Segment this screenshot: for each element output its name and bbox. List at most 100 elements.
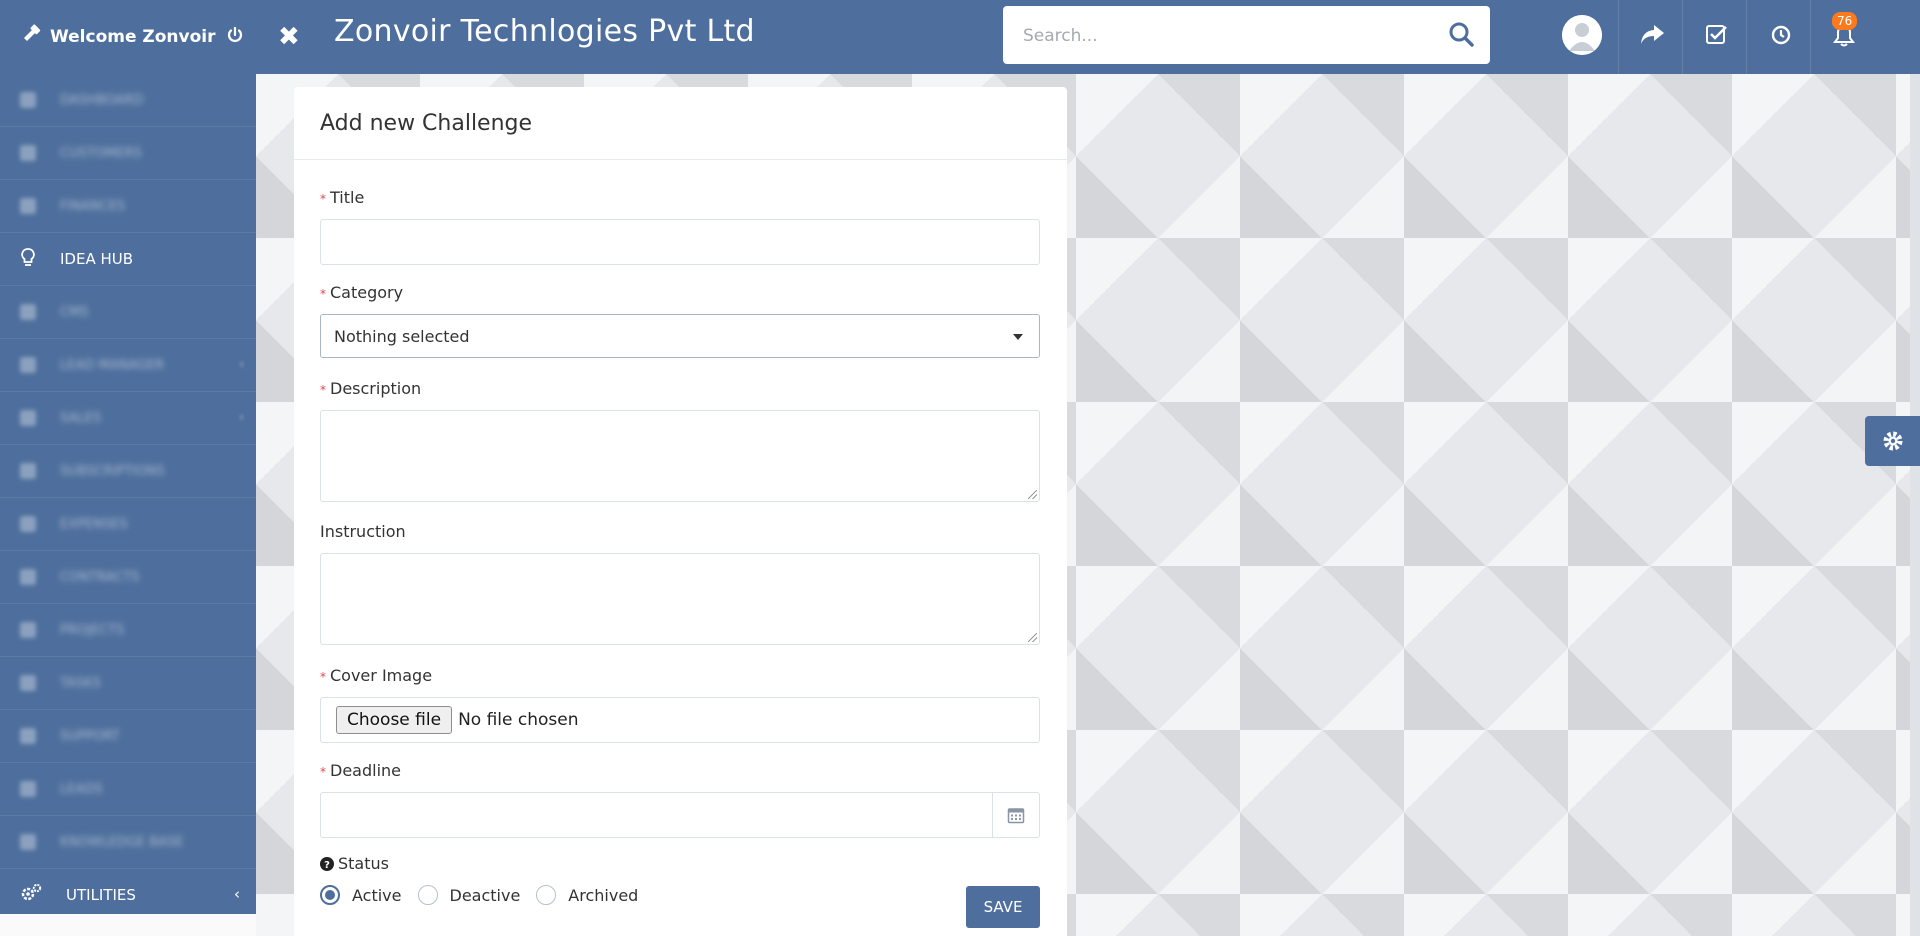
required-marker: *	[320, 191, 326, 206]
welcome-text: Welcome Zonvoir	[50, 27, 216, 47]
divider	[1810, 0, 1811, 74]
search-icon[interactable]	[1448, 21, 1474, 51]
cover-image-label: * Cover Image	[320, 665, 1040, 687]
sales-icon	[20, 410, 36, 426]
scrollbar[interactable]	[1910, 74, 1920, 936]
sidebar-item-label: Subscriptions	[60, 463, 165, 479]
description-label: * Description	[320, 378, 1040, 400]
hammer-icon	[20, 23, 42, 51]
sidebar-item-knowledge-base[interactable]: Knowledge Base	[0, 816, 256, 869]
chevron-icon: ‹	[239, 410, 244, 424]
lead-manager-icon	[20, 357, 36, 373]
caret-down-icon	[1013, 334, 1023, 340]
sidebar-item-subscriptions[interactable]: Subscriptions	[0, 445, 256, 498]
cover-image-group: * Cover Image Choose file No file chosen	[320, 665, 1040, 743]
sidebar-item-projects[interactable]: Projects	[0, 604, 256, 657]
deadline-input[interactable]	[320, 792, 1040, 838]
status-radio-group: Active Deactive Archived	[320, 885, 1040, 905]
leads-icon	[20, 781, 36, 797]
required-marker: *	[320, 669, 326, 684]
sidebar-item-label: Leads	[60, 781, 103, 797]
notification-badge: 76	[1832, 12, 1858, 30]
category-select-value: Nothing selected	[334, 327, 470, 346]
category-select[interactable]: Nothing selected	[320, 314, 1040, 358]
sidebar-item-expenses[interactable]: Expenses	[0, 498, 256, 551]
status-label-text: Status	[338, 854, 389, 873]
status-radio-archived[interactable]	[536, 885, 557, 905]
checklist-icon[interactable]	[1704, 22, 1734, 52]
required-marker: *	[320, 382, 326, 397]
sidebar-item-label: Tasks	[60, 675, 101, 691]
sidebar-item-label: Expenses	[60, 516, 128, 532]
cogs-icon	[20, 883, 42, 907]
file-status: No file chosen	[458, 710, 579, 730]
sidebar-footer	[0, 914, 256, 936]
svg-text:?: ?	[324, 860, 330, 871]
sidebar-item-lead-manager[interactable]: Lead Manager ‹	[0, 339, 256, 392]
dashboard-icon	[20, 92, 36, 108]
chevron-left-icon: ‹	[234, 885, 240, 903]
category-label-text: Category	[330, 283, 404, 302]
share-icon[interactable]	[1638, 22, 1668, 52]
chevron-icon: ‹	[239, 357, 244, 371]
sidebar-item-label: Finances	[60, 198, 126, 214]
sidebar-item-contracts[interactable]: Contracts	[0, 551, 256, 604]
description-group: * Description	[320, 378, 1040, 502]
deadline-label: * Deadline	[320, 760, 1040, 782]
sidebar-item-label: Support	[60, 728, 120, 744]
required-marker: *	[320, 764, 326, 779]
status-option-label[interactable]: Active	[352, 886, 402, 905]
status-radio-deactive[interactable]	[417, 885, 438, 905]
title-input[interactable]	[320, 219, 1040, 265]
projects-icon	[20, 622, 36, 638]
save-button[interactable]: SAVE	[966, 886, 1040, 928]
search-box	[1003, 6, 1490, 64]
close-sidebar-icon[interactable]: ✖	[278, 22, 300, 52]
sidebar-item-leads[interactable]: Leads	[0, 763, 256, 816]
sidebar-item-finances[interactable]: Finances	[0, 180, 256, 233]
instruction-label: Instruction	[320, 522, 406, 541]
power-icon[interactable]	[226, 26, 244, 49]
sidebar-item-label: CMS	[60, 304, 89, 320]
choose-file-button[interactable]: Choose file	[336, 706, 453, 734]
sidebar-item-sales[interactable]: Sales ‹	[0, 392, 256, 445]
sidebar-item-tasks[interactable]: Tasks	[0, 657, 256, 710]
settings-toggle[interactable]	[1865, 416, 1920, 466]
question-circle-icon[interactable]: ?	[320, 856, 334, 871]
status-radio-active[interactable]	[320, 885, 340, 905]
required-marker: *	[320, 286, 326, 301]
top-navbar: Welcome Zonvoir ✖ Zonvoir Technlogies Pv…	[0, 0, 1920, 74]
status-option-label[interactable]: Deactive	[450, 886, 521, 905]
clock-icon[interactable]	[1768, 22, 1798, 52]
avatar[interactable]	[1562, 15, 1602, 55]
support-icon	[20, 728, 36, 744]
sidebar-item-label: Lead Manager	[60, 357, 165, 373]
sidebar-item-label: Knowledge Base	[60, 834, 184, 850]
divider	[1618, 0, 1619, 74]
sidebar-item-cms[interactable]: CMS	[0, 286, 256, 339]
resize-handle[interactable]	[1028, 633, 1037, 642]
sidebar-item-dashboard[interactable]: Dashboard	[0, 74, 256, 127]
instruction-textarea[interactable]	[320, 553, 1040, 645]
description-textarea[interactable]	[320, 410, 1040, 502]
sidebar-item-label: Dashboard	[60, 92, 144, 108]
search-input[interactable]	[1021, 21, 1425, 51]
status-option-label[interactable]: Archived	[568, 886, 638, 905]
cover-image-label-text: Cover Image	[330, 666, 433, 685]
sidebar-item-support[interactable]: Support	[0, 710, 256, 763]
deadline-group: * Deadline	[320, 760, 1040, 838]
cover-image-field: Choose file No file chosen	[320, 697, 1040, 743]
category-label: * Category	[320, 282, 1040, 304]
sidebar-item-customers[interactable]: Customers	[0, 127, 256, 180]
resize-handle[interactable]	[1028, 490, 1037, 499]
brand: Welcome Zonvoir	[0, 0, 256, 74]
title-label: * Title	[320, 187, 1040, 209]
customers-icon	[20, 145, 36, 161]
sidebar-item-label: UTILITIES	[66, 886, 136, 904]
sidebar-item-label: Customers	[60, 145, 142, 161]
title-group: * Title	[320, 187, 1040, 265]
tasks-icon	[20, 675, 36, 691]
sidebar-item-idea-hub[interactable]: IDEA HUB	[0, 233, 256, 286]
sidebar-item-label: Sales	[60, 410, 102, 426]
calendar-icon[interactable]	[992, 793, 1039, 837]
